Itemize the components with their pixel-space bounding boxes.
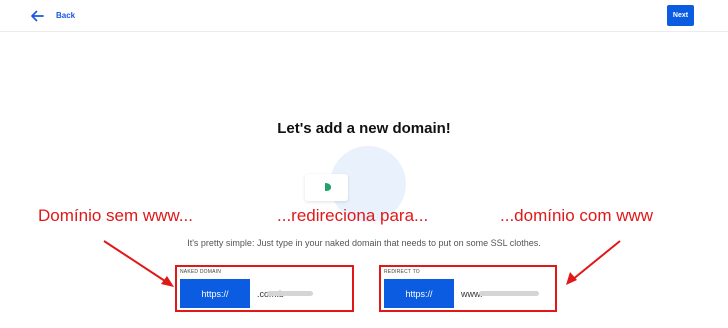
naked-domain-input[interactable]: [251, 279, 349, 308]
redirect-domain-input[interactable]: [455, 279, 552, 308]
page-subtitle: It's pretty simple: Just type in your na…: [187, 238, 541, 248]
naked-domain-field: NAKED DOMAIN https://: [175, 265, 354, 312]
top-bar: Back Next: [0, 0, 728, 32]
back-label: Back: [56, 11, 76, 20]
annotation-naked-domain: Domínio sem www...: [38, 206, 193, 225]
back-button[interactable]: Back: [30, 7, 75, 24]
naked-domain-label: NAKED DOMAIN: [180, 269, 222, 275]
annotation-redirects-to: ...redireciona para...: [277, 206, 429, 225]
redirect-protocol-button[interactable]: https://: [384, 279, 454, 308]
arrow-left-icon: [31, 10, 44, 21]
next-button[interactable]: Next: [667, 5, 694, 26]
leaf-icon: [325, 183, 332, 191]
illustration-card: [305, 174, 348, 201]
page-title: Let's add a new domain!: [277, 120, 451, 137]
redirect-to-label: REDIRECT TO: [384, 269, 420, 275]
naked-domain-protocol-button[interactable]: https://: [180, 279, 250, 308]
redirect-to-field: REDIRECT TO https://: [379, 265, 557, 312]
annotation-www-domain: ...domínio com www: [500, 206, 654, 225]
